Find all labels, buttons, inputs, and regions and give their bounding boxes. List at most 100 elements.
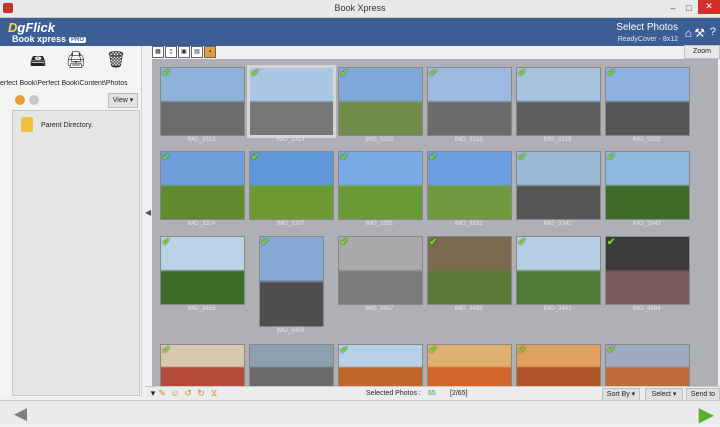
- checkmark-icon[interactable]: ✔: [518, 345, 526, 356]
- photo-thumbnail[interactable]: ✔: [605, 151, 690, 220]
- source-icons: 🖴 🖨 🗑: [0, 48, 141, 76]
- photo-thumbnail[interactable]: [249, 344, 334, 386]
- checkmark-icon[interactable]: ✔: [518, 68, 526, 79]
- photo-thumbnail[interactable]: ✔: [338, 151, 423, 220]
- thumbnail-label: IMG_3457: [365, 306, 394, 312]
- checkmark-icon[interactable]: ✔: [162, 237, 170, 248]
- step-title: Select Photos: [616, 22, 678, 33]
- photo-thumbnail[interactable]: ✔: [338, 67, 423, 136]
- checkmark-icon[interactable]: ✔: [251, 152, 259, 163]
- forward-nav-icon[interactable]: [29, 95, 39, 105]
- photo-thumbnail[interactable]: ✔: [516, 151, 601, 220]
- view-dropdown[interactable]: View ▾: [108, 93, 138, 108]
- checkmark-icon[interactable]: ✔: [429, 345, 437, 356]
- photo-thumbnail[interactable]: ✔: [605, 67, 690, 136]
- thumbnail-label: IMG_3464: [632, 306, 661, 312]
- folder-path: erfect Book\Perfect Book\Content\Photos: [0, 80, 128, 87]
- photo-thumbnail[interactable]: ✔: [516, 67, 601, 136]
- thumbnail-label: IMG_3315: [365, 137, 394, 143]
- photo-thumbnail[interactable]: ✔: [160, 67, 245, 136]
- zoom-button[interactable]: Zoom: [684, 45, 720, 59]
- photo-thumbnail[interactable]: ✔: [427, 151, 512, 220]
- photo-thumbnail[interactable]: ✔: [338, 236, 423, 305]
- checkmark-icon[interactable]: ✔: [518, 237, 526, 248]
- app-header: DgFlick Book xpress PRO Select Photos Rea…: [0, 18, 720, 46]
- checkmark-icon[interactable]: ✔: [340, 237, 348, 248]
- thumbnail-label: IMG_3312: [187, 137, 216, 143]
- close-button[interactable]: ✕: [698, 0, 720, 14]
- thumbnail-label: IMG_3327: [276, 221, 305, 227]
- maximize-button[interactable]: □: [682, 2, 696, 14]
- folder-icon[interactable]: [21, 117, 33, 132]
- minimize-button[interactable]: –: [666, 2, 680, 14]
- checkmark-icon[interactable]: ✔: [429, 237, 437, 248]
- checkmark-icon[interactable]: ✔: [251, 68, 259, 79]
- photo-thumbnail[interactable]: ✔: [605, 344, 690, 386]
- thumbnail-label: IMG_3343: [632, 221, 661, 227]
- help-icon[interactable]: ?: [710, 26, 716, 38]
- checkmark-icon[interactable]: ✔: [261, 237, 269, 248]
- thumbnail-label: IMG_3456: [276, 328, 305, 334]
- checkmark-icon[interactable]: ✔: [340, 152, 348, 163]
- wrench-icon[interactable]: ⚒: [694, 26, 705, 40]
- checkmark-icon[interactable]: ✔: [162, 152, 170, 163]
- bottom-bar: ▾ ✎ ☺ ↺ ↻ ⧖ Selected Photos : 65 [2/65] …: [145, 386, 720, 402]
- list-view-icon[interactable]: ▤: [191, 46, 203, 58]
- photo-thumbnail[interactable]: ✔: [605, 236, 690, 305]
- selected-ratio: [2/65]: [450, 390, 468, 397]
- photo-thumbnail[interactable]: ✔: [160, 236, 245, 305]
- checkmark-icon[interactable]: ✔: [162, 68, 170, 79]
- single-view-icon[interactable]: ▯: [165, 46, 177, 58]
- parent-directory-item[interactable]: Parent Directory.: [41, 122, 93, 129]
- person-icon[interactable]: ☺: [170, 388, 180, 399]
- back-arrow-icon[interactable]: ◀: [14, 404, 27, 424]
- back-nav-icon[interactable]: [15, 95, 25, 105]
- filter-icon[interactable]: ⧖: [209, 388, 219, 399]
- photo-thumbnail[interactable]: ✔: [247, 65, 336, 138]
- product-subtitle: ReadyCover - 8x12: [617, 36, 678, 43]
- thumbnail-label: IMG_3316: [454, 137, 483, 143]
- rotate-left-icon[interactable]: ↺: [183, 388, 193, 399]
- thumbnail-label: IMG_3314: [276, 137, 305, 143]
- title-bar: Book Xpress – □ ✕: [0, 0, 720, 18]
- next-arrow-icon[interactable]: ▶: [699, 402, 714, 427]
- grid-view-icon[interactable]: ▦: [152, 46, 164, 58]
- sidebar: 🖴 🖨 🗑 erfect Book\Perfect Book\Content\P…: [0, 46, 142, 397]
- photo-thumbnail[interactable]: ✔: [338, 344, 423, 386]
- checkmark-icon[interactable]: ✔: [607, 68, 615, 79]
- photo-grid: ✔ IMG_3312 ✔ IMG_3314 ✔ IMG_3315 ✔ IMG_3316 ✔ IMG…: [152, 59, 718, 386]
- edit-icon[interactable]: ✎: [157, 388, 167, 399]
- scanner-icon[interactable]: 🖨: [64, 50, 88, 72]
- checkmark-icon[interactable]: ✔: [607, 345, 615, 356]
- photo-thumbnail[interactable]: ✔: [160, 151, 245, 220]
- fit-view-icon[interactable]: ▣: [178, 46, 190, 58]
- photo-thumbnail[interactable]: ✔: [516, 344, 601, 386]
- selected-count: 65: [428, 390, 436, 397]
- photo-thumbnail[interactable]: ✔: [249, 151, 334, 220]
- recycle-icon[interactable]: 🗑: [104, 50, 128, 72]
- photo-thumbnail[interactable]: ✔: [259, 236, 324, 327]
- photo-thumbnail[interactable]: ✔: [427, 344, 512, 386]
- checkmark-icon[interactable]: ✔: [607, 237, 615, 248]
- checkmark-icon[interactable]: ✔: [429, 152, 437, 163]
- thumbnail-label: IMG_3331: [365, 221, 394, 227]
- device-icon[interactable]: 🖴: [26, 50, 50, 72]
- detail-view-icon[interactable]: ▪: [204, 46, 216, 58]
- product-name: Book xpress PRO: [12, 34, 87, 44]
- photo-thumbnail[interactable]: ✔: [427, 236, 512, 305]
- photo-thumbnail[interactable]: ✔: [516, 236, 601, 305]
- home-icon[interactable]: ⌂: [685, 26, 692, 40]
- window-title: Book Xpress: [334, 3, 386, 13]
- rotate-right-icon[interactable]: ↻: [196, 388, 206, 399]
- checkmark-icon[interactable]: ✔: [340, 345, 348, 356]
- photo-thumbnail[interactable]: ✔: [160, 344, 245, 386]
- checkmark-icon[interactable]: ✔: [518, 152, 526, 163]
- collapse-panel-icon[interactable]: ◀: [145, 208, 151, 217]
- checkmark-icon[interactable]: ✔: [607, 152, 615, 163]
- thumbnail-label: IMG_3459: [454, 306, 483, 312]
- checkmark-icon[interactable]: ✔: [162, 345, 170, 356]
- photo-thumbnail[interactable]: ✔: [427, 67, 512, 136]
- logo: DgFlick: [8, 20, 55, 35]
- checkmark-icon[interactable]: ✔: [429, 68, 437, 79]
- checkmark-icon[interactable]: ✔: [340, 68, 348, 79]
